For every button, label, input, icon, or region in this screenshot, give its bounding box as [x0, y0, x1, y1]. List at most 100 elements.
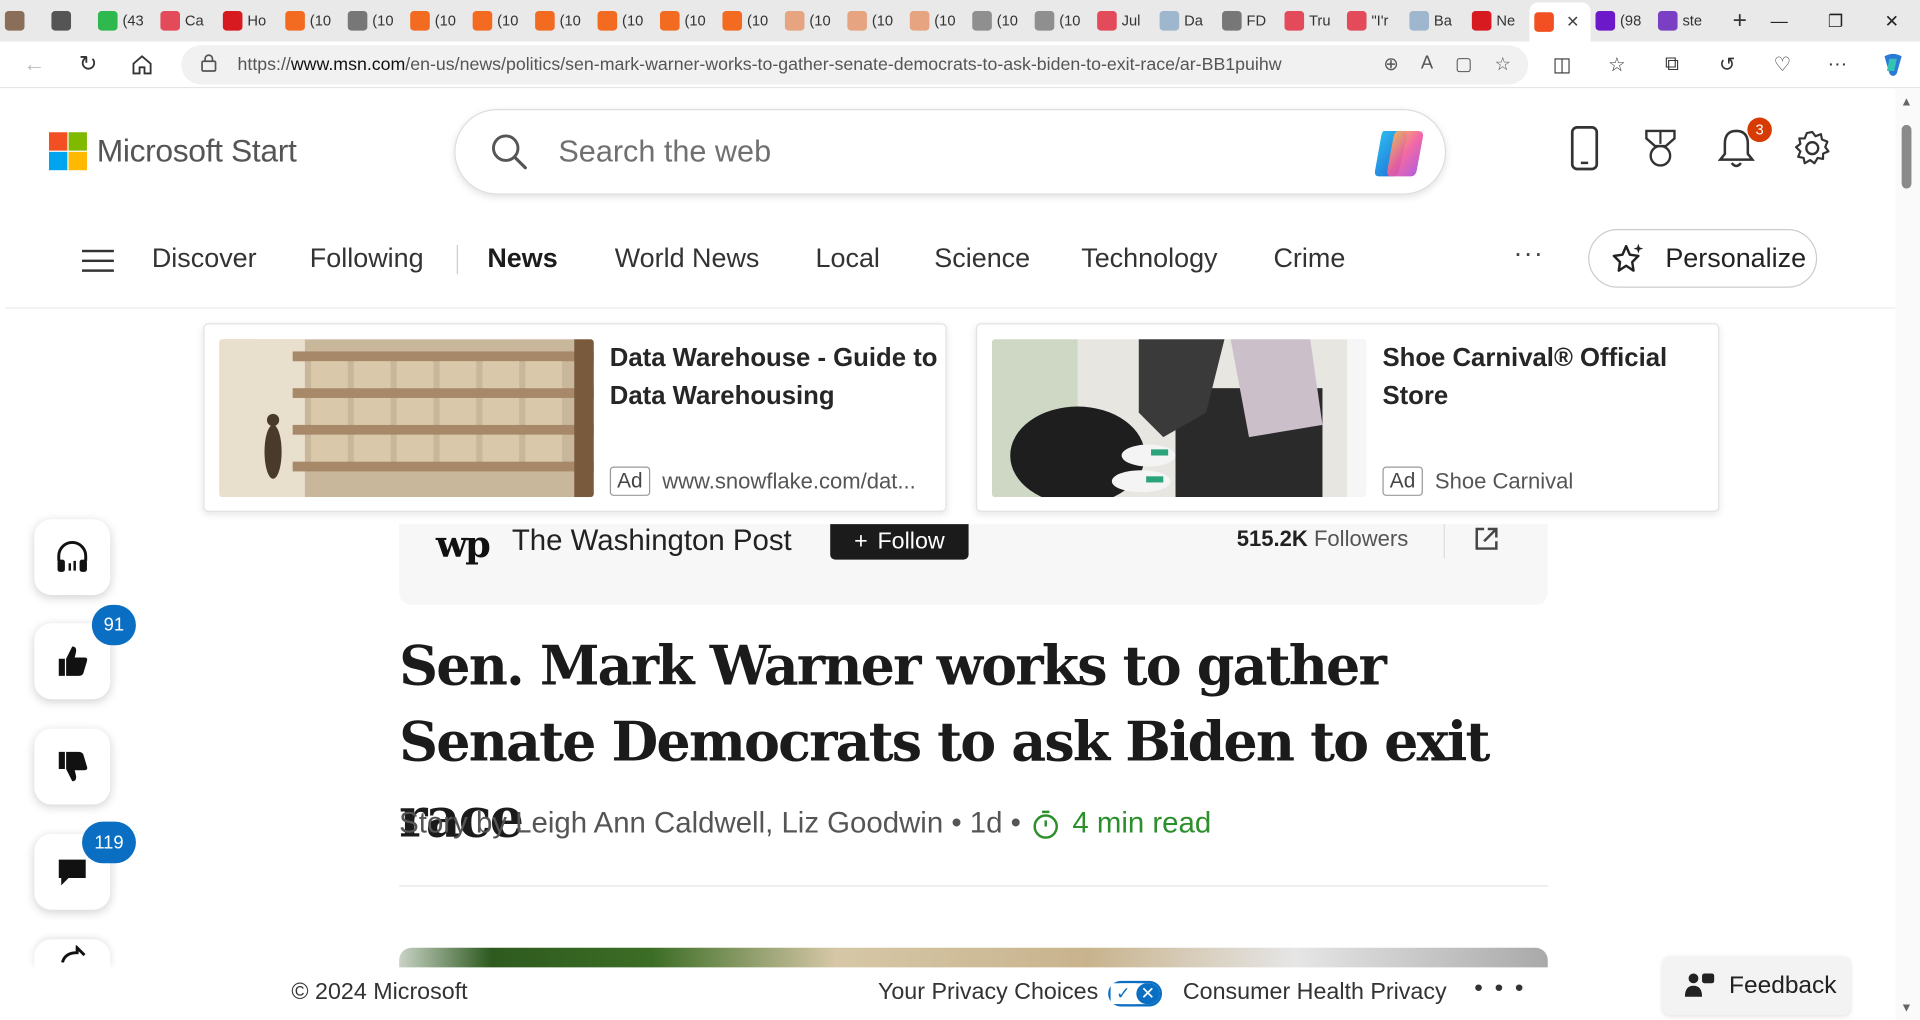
home-icon[interactable]	[115, 42, 169, 86]
browser-tab[interactable]: (98	[1591, 4, 1653, 38]
browser-tab[interactable]: (10	[780, 4, 842, 38]
ad-title[interactable]: Data Warehouse - Guide to Data Warehousi…	[610, 339, 941, 415]
scroll-up-arrow[interactable]: ▲	[1900, 96, 1912, 109]
browser-tab[interactable]: Ca	[156, 4, 218, 38]
browser-tab[interactable]: (10	[718, 4, 780, 38]
browser-tab[interactable]: Da	[1155, 4, 1217, 38]
consumer-health-privacy-link[interactable]: Consumer Health Privacy	[1183, 980, 1447, 1007]
nav-item-science[interactable]: Science	[934, 242, 1030, 274]
publisher-name[interactable]: The Washington Post	[512, 524, 792, 558]
tab-favicon-icon	[535, 11, 555, 31]
new-tab-icon[interactable]: +	[1733, 7, 1747, 35]
ad-title[interactable]: Shoe Carnival® Official Store	[1382, 339, 1713, 415]
browser-tab[interactable]: Jul	[1092, 4, 1154, 38]
split-screen-icon[interactable]: ◫	[1534, 53, 1589, 77]
tab-title: (10	[497, 12, 519, 30]
nav-item-news[interactable]: News	[487, 242, 557, 274]
nav-item-crime[interactable]: Crime	[1273, 242, 1345, 274]
copilot-sidebar-icon[interactable]	[1865, 51, 1920, 78]
browser-tab[interactable]: (10	[343, 4, 405, 38]
browser-tab[interactable]	[0, 4, 47, 38]
scroll-down-arrow[interactable]: ▼	[1900, 1002, 1912, 1015]
nav-more-button[interactable]: ···	[1513, 238, 1544, 270]
ad-label: Ad	[609, 466, 650, 496]
share-rail-button[interactable]	[34, 939, 111, 969]
browser-tab[interactable]: (10	[530, 4, 592, 38]
browser-tab[interactable]: (10	[468, 4, 530, 38]
favorite-star-icon[interactable]: ☆	[1495, 53, 1511, 75]
vertical-scrollbar[interactable]: ▲ ▼	[1895, 88, 1920, 1020]
browser-tab[interactable]: "I'r	[1342, 4, 1404, 38]
ad-card[interactable]: Shoe Carnival® Official Store Ad Shoe Ca…	[975, 323, 1720, 512]
back-icon[interactable]: ←	[7, 42, 61, 86]
browser-tab[interactable]	[47, 4, 94, 38]
scroll-thumb[interactable]	[1901, 124, 1912, 189]
minimize-icon[interactable]: —	[1751, 0, 1807, 42]
tab-title: (10	[684, 12, 706, 30]
tab-favicon-icon	[97, 11, 118, 31]
lock-icon[interactable]	[201, 54, 238, 76]
hamburger-menu-icon[interactable]	[82, 249, 114, 279]
washington-post-logo[interactable]: wp	[436, 524, 491, 567]
close-window-icon[interactable]: ✕	[1864, 0, 1920, 42]
nav-item-discover[interactable]: Discover	[152, 242, 257, 274]
ad-card[interactable]: Data Warehouse - Guide to Data Warehousi…	[203, 323, 947, 512]
browser-tab[interactable]: (10	[967, 4, 1029, 38]
privacy-choices-link[interactable]: Your Privacy Choices ✓ ✕	[878, 980, 1162, 1007]
browser-tab[interactable]: (10	[405, 4, 467, 38]
browser-tab[interactable]: FD	[1217, 4, 1279, 38]
share-icon[interactable]	[1472, 524, 1501, 553]
tab-title: (10	[1059, 12, 1081, 30]
notifications-bell-icon[interactable]: 3	[1717, 117, 1772, 173]
ad-source[interactable]: www.snowflake.com/dat...	[662, 468, 916, 494]
browser-essentials-icon[interactable]: ♡	[1755, 53, 1810, 77]
nav-item-following[interactable]: Following	[310, 242, 424, 274]
feedback-button[interactable]: Feedback	[1662, 956, 1851, 1016]
dislike-button[interactable]	[34, 728, 111, 805]
close-tab-icon[interactable]: ✕	[1566, 12, 1579, 32]
copilot-icon[interactable]	[1371, 126, 1427, 180]
listen-button[interactable]	[34, 519, 111, 596]
tab-favicon-icon	[1034, 11, 1055, 31]
browser-tab[interactable]: (10	[905, 4, 967, 38]
restore-icon[interactable]: ❐	[1807, 0, 1863, 42]
read-aloud-icon[interactable]: A	[1421, 53, 1433, 75]
mobile-app-icon[interactable]	[1566, 122, 1603, 173]
ad-source[interactable]: Shoe Carnival	[1435, 468, 1573, 494]
favorites-icon[interactable]: ☆	[1589, 53, 1644, 77]
tab-favicon-icon	[1595, 11, 1616, 31]
microsoft-start-logo[interactable]: Microsoft Start	[48, 132, 297, 171]
search-icon[interactable]	[490, 132, 529, 171]
settings-more-icon[interactable]: ···	[1810, 54, 1865, 76]
browser-tab[interactable]: Ba	[1405, 4, 1467, 38]
nav-item-local[interactable]: Local	[816, 242, 880, 274]
immersive-reader-icon[interactable]: ▢	[1455, 53, 1472, 75]
search-input[interactable]: Search the web	[558, 134, 771, 170]
byline-text: Story by Leigh Ann Caldwell, Liz Goodwin…	[399, 806, 1021, 841]
tab-title: (10	[559, 12, 581, 30]
nav-item-technology[interactable]: Technology	[1081, 242, 1217, 274]
browser-tab[interactable]: (10	[1030, 4, 1092, 38]
browser-tab[interactable]: (10	[655, 4, 717, 38]
follow-button[interactable]: + Follow	[830, 524, 969, 560]
refresh-icon[interactable]: ↻	[61, 42, 115, 86]
browser-tab[interactable]: Ho	[218, 4, 280, 38]
nav-item-world-news[interactable]: World News	[615, 242, 760, 274]
personalize-button[interactable]: Personalize	[1588, 228, 1818, 288]
browser-tab[interactable]: (10	[593, 4, 655, 38]
browser-tab[interactable]: (10	[280, 4, 342, 38]
settings-gear-icon[interactable]	[1794, 122, 1831, 173]
browser-tab[interactable]: Tru	[1280, 4, 1342, 38]
browser-tab[interactable]: ste	[1653, 4, 1715, 38]
browser-tab[interactable]: (10	[842, 4, 904, 38]
rewards-icon[interactable]	[1642, 122, 1679, 173]
footer-more-button[interactable]: • • •	[1474, 975, 1526, 1003]
url-field[interactable]: https://www.msn.com/en-us/news/politics/…	[181, 45, 1529, 85]
browser-tab[interactable]: Ne	[1467, 4, 1529, 38]
collections-icon[interactable]: ⧉	[1645, 54, 1700, 76]
zoom-icon[interactable]: ⊕	[1383, 53, 1398, 75]
browser-tab[interactable]: (43	[93, 4, 155, 38]
browser-tab[interactable]: ✕	[1529, 2, 1591, 42]
search-box[interactable]: Search the web	[454, 108, 1447, 195]
history-icon[interactable]: ↺	[1700, 53, 1755, 77]
